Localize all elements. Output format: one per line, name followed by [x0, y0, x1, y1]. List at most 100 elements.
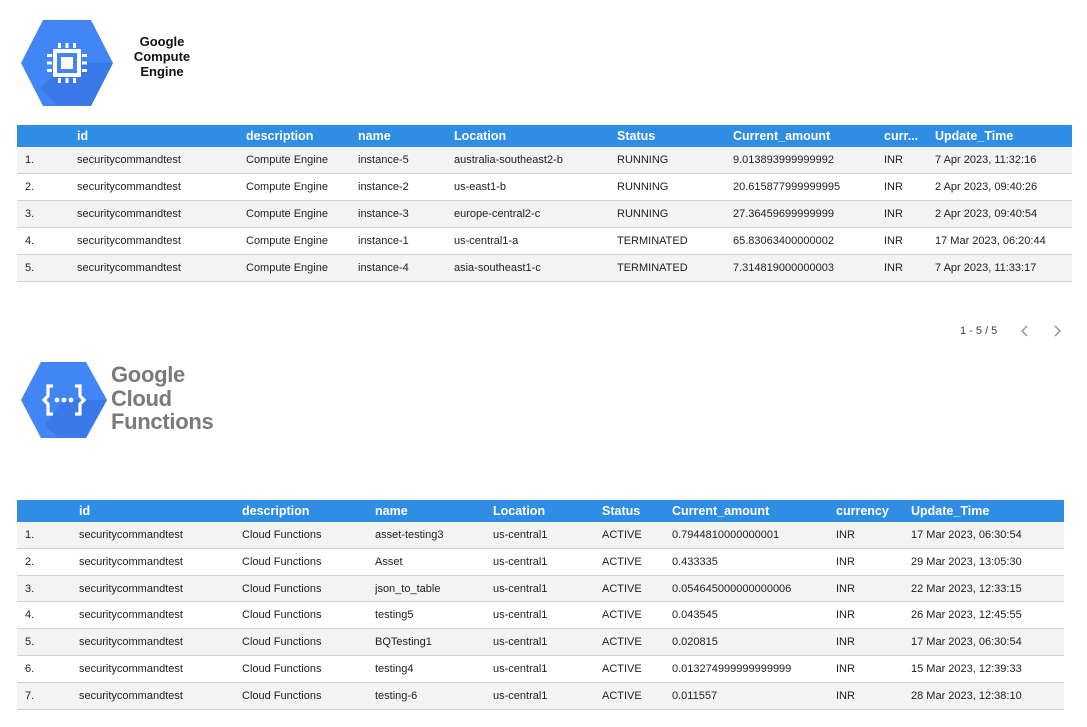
cell-name: instance-4: [358, 262, 409, 274]
cell-name: instance-5: [358, 154, 409, 166]
cell-id: securitycommandtest: [77, 262, 181, 274]
row-number: 3.: [25, 208, 35, 220]
column-header-id[interactable]: id: [79, 500, 229, 522]
pagination-label: 1 - 5 / 5: [960, 325, 998, 337]
table-row[interactable]: 6. securitycommandtest Cloud Functions t…: [17, 655, 1064, 683]
column-header-status[interactable]: Status: [602, 500, 662, 522]
column-header-name[interactable]: name: [358, 125, 448, 147]
cell-currency: INR: [836, 609, 855, 622]
column-header-status[interactable]: Status: [617, 125, 722, 147]
cell-currency: INR: [836, 582, 855, 595]
table-row[interactable]: 4. securitycommandtest Compute Engine in…: [17, 228, 1072, 255]
table-row[interactable]: 1. securitycommandtest Compute Engine in…: [17, 147, 1072, 174]
cell-description: Cloud Functions: [242, 636, 322, 649]
cell-status: ACTIVE: [602, 662, 642, 675]
compute-engine-logo-text: Google Compute Engine: [130, 34, 194, 79]
row-number: 5.: [25, 262, 35, 274]
cell-current-amount: 7.314819000000003: [733, 262, 834, 274]
column-header-id[interactable]: id: [77, 125, 237, 147]
cell-location: us-central1: [493, 582, 548, 595]
cell-currency: INR: [884, 208, 903, 220]
table-row[interactable]: 3. securitycommandtest Compute Engine in…: [17, 201, 1072, 228]
cell-status: TERMINATED: [617, 262, 688, 274]
cell-currency: INR: [836, 689, 855, 702]
cell-description: Cloud Functions: [242, 689, 322, 702]
chevron-left-icon[interactable]: [1016, 322, 1034, 340]
column-header-update-time[interactable]: Update_Time: [935, 125, 1070, 147]
cell-update-time: 2 Apr 2023, 09:40:26: [935, 181, 1038, 193]
cell-update-time: 17 Mar 2023, 06:30:54: [911, 529, 1022, 541]
cell-description: Compute Engine: [246, 181, 328, 193]
table-row[interactable]: 2. securitycommandtest Cloud Functions A…: [17, 548, 1064, 576]
cell-description: Compute Engine: [246, 154, 328, 166]
table-row[interactable]: 5. securitycommandtest Cloud Functions B…: [17, 629, 1064, 656]
cell-description: Cloud Functions: [242, 582, 322, 595]
cell-status: ACTIVE: [602, 582, 642, 595]
column-header-current-amount[interactable]: Current_amount: [733, 125, 873, 147]
cloud-functions-table: id description name Location Status Curr…: [17, 500, 1064, 710]
table-row[interactable]: 7. securitycommandtest Cloud Functions t…: [17, 682, 1064, 710]
cell-currency: INR: [836, 555, 855, 568]
cell-current-amount: 65.83063400000002: [733, 235, 834, 247]
cell-status: ACTIVE: [602, 689, 642, 702]
cell-description: Compute Engine: [246, 235, 328, 247]
cell-update-time: 7 Apr 2023, 11:32:16: [935, 154, 1037, 166]
cell-name: testing-6: [375, 689, 418, 702]
cell-id: securitycommandtest: [79, 609, 183, 622]
column-header-name[interactable]: name: [375, 500, 480, 522]
row-number: 5.: [25, 636, 35, 649]
functions-icon: [21, 362, 107, 438]
cell-id: securitycommandtest: [79, 529, 183, 541]
column-header-current-amount[interactable]: Current_amount: [672, 500, 822, 522]
cell-location: us-central1: [493, 662, 548, 675]
column-header-update-time[interactable]: Update_Time: [911, 500, 1061, 522]
cell-description: Cloud Functions: [242, 555, 322, 568]
cell-location: us-central1: [493, 555, 548, 568]
cell-update-time: 22 Mar 2023, 12:33:15: [911, 582, 1022, 595]
cell-description: Cloud Functions: [242, 529, 322, 541]
cell-currency: INR: [884, 262, 903, 274]
cell-location: us-central1-a: [454, 235, 519, 247]
cell-current-amount: 0.7944810000000001: [672, 529, 780, 541]
cell-name: BQTesting1: [375, 636, 432, 649]
column-header-description[interactable]: description: [246, 125, 351, 147]
cell-currency: INR: [836, 636, 855, 649]
cell-update-time: 15 Mar 2023, 12:39:33: [911, 662, 1022, 675]
table-row[interactable]: 3. securitycommandtest Cloud Functions j…: [17, 575, 1064, 603]
row-number: 7.: [25, 689, 35, 702]
row-number: 1.: [25, 154, 35, 166]
cell-location: us-central1: [493, 609, 548, 622]
row-number: 1.: [25, 529, 35, 541]
column-header-description[interactable]: description: [242, 500, 362, 522]
logo-line: Google: [139, 34, 185, 49]
cell-location: asia-southeast1-c: [454, 262, 541, 274]
table-row[interactable]: 2. securitycommandtest Compute Engine in…: [17, 174, 1072, 201]
pagination: 1 - 5 / 5: [940, 320, 1070, 342]
cell-status: ACTIVE: [602, 529, 642, 541]
cell-current-amount: 27.36459699999999: [733, 208, 834, 220]
row-number: 4.: [25, 235, 35, 247]
table-row[interactable]: 5. securitycommandtest Compute Engine in…: [17, 255, 1072, 282]
cell-name: instance-2: [358, 181, 409, 193]
cell-location: us-central1: [493, 529, 548, 541]
cell-id: securitycommandtest: [79, 555, 183, 568]
column-header-location[interactable]: Location: [493, 500, 593, 522]
cell-current-amount: 0.011557: [672, 689, 718, 702]
cell-description: Compute Engine: [246, 262, 328, 274]
cloud-functions-logo: Google Cloud Functions: [14, 354, 234, 450]
table-row[interactable]: 4. securitycommandtest Cloud Functions t…: [17, 602, 1064, 630]
column-header-currency[interactable]: currency: [836, 500, 900, 522]
column-header-currency[interactable]: curr...: [884, 125, 920, 147]
cell-name: Asset: [375, 555, 403, 568]
cell-location: us-central1: [493, 689, 548, 702]
cell-update-time: 29 Mar 2023, 13:05:30: [911, 555, 1022, 568]
cell-id: securitycommandtest: [77, 208, 181, 220]
cloud-functions-logo-text: Google Cloud Functions: [111, 363, 214, 434]
cell-currency: INR: [884, 235, 903, 247]
chevron-right-icon[interactable]: [1048, 322, 1066, 340]
cell-current-amount: 0.433335: [672, 555, 718, 568]
table-row[interactable]: 1. securitycommandtest Cloud Functions a…: [17, 522, 1064, 549]
cell-current-amount: 20.615877999999995: [733, 181, 841, 193]
row-number: 2.: [25, 181, 35, 193]
column-header-location[interactable]: Location: [454, 125, 609, 147]
